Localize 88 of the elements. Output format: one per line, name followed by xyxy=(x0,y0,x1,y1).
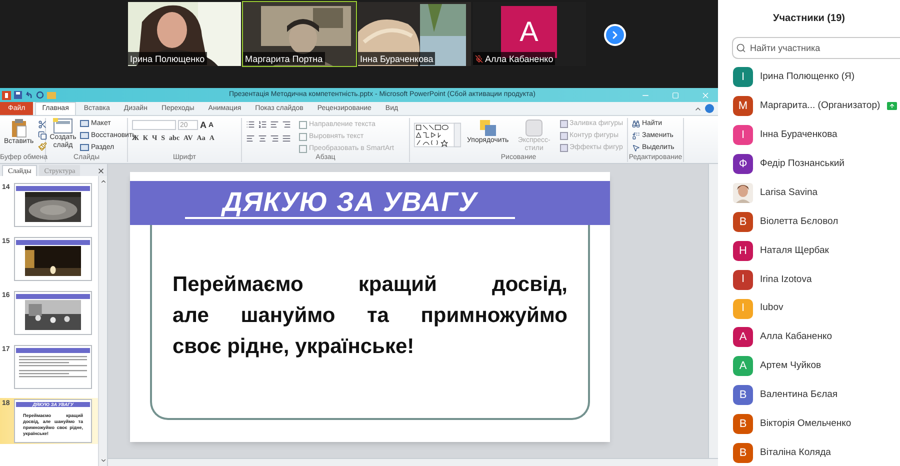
avatar: I xyxy=(733,270,753,290)
participant-name: Алла Кабаненко xyxy=(760,330,832,344)
search-icon xyxy=(736,43,746,53)
participant-row[interactable]: І Інна Бураченкова xyxy=(718,120,900,150)
participant-row[interactable]: А Артем Чуйков xyxy=(718,352,900,381)
participant-name: Наталя Щербак xyxy=(760,244,829,258)
outdent-icon[interactable] xyxy=(282,120,291,129)
numbered-list-icon[interactable] xyxy=(258,120,267,129)
slide-thumbnail[interactable] xyxy=(14,237,92,281)
participant-row[interactable]: Ф Федір Познанський xyxy=(718,150,900,179)
slide-thumbnail[interactable] xyxy=(14,345,92,389)
powerpoint-icon xyxy=(2,90,11,100)
participant-name: Irina Izotova xyxy=(760,272,812,287)
participant-name: Larisa Savina xyxy=(760,186,818,200)
participant-name: Артем Чуйков xyxy=(760,359,822,374)
avatar: В xyxy=(733,385,753,406)
participant-row[interactable]: Larisa Savina xyxy=(718,178,900,208)
participant-name: Федір Познанський xyxy=(760,156,844,171)
panel-title: Участники (19) xyxy=(772,12,846,25)
participant-row[interactable]: А Алла Кабаненко xyxy=(718,323,900,352)
video-tile[interactable]: Маргарита Портна xyxy=(243,2,356,66)
next-page-button[interactable] xyxy=(604,24,626,46)
avatar: І xyxy=(733,125,753,146)
indent-icon[interactable] xyxy=(270,120,279,129)
participant-row[interactable]: I Irina Izotova xyxy=(718,265,900,294)
avatar: В xyxy=(733,414,753,434)
cursor-icon xyxy=(632,144,640,152)
participant-name: Маргарита... (Организатор) xyxy=(760,99,880,114)
scissors-icon[interactable] xyxy=(38,120,47,129)
clipboard-icon xyxy=(10,118,27,138)
participant-row[interactable]: Н Наталя Щербак xyxy=(718,236,900,266)
participant-row[interactable]: В Віталіна Коляда xyxy=(718,438,900,466)
participant-row[interactable]: І Ірина Полющенко (Я) xyxy=(718,63,900,92)
participant-name: Ірина Полющенко xyxy=(130,52,205,64)
avatar: А xyxy=(733,356,753,376)
participant-row[interactable]: В Валентина Бєлая xyxy=(718,380,900,410)
participant-name: Вікторія Омельченко xyxy=(760,417,852,431)
brush-icon[interactable] xyxy=(38,142,47,151)
grow-font-button[interactable]: A xyxy=(200,120,206,130)
align-center-icon[interactable] xyxy=(258,134,267,143)
video-tile[interactable]: Інна Бураченкова xyxy=(358,2,471,66)
slide-thumbnail[interactable] xyxy=(14,291,92,335)
scrollbar[interactable] xyxy=(108,458,718,466)
justify-icon[interactable] xyxy=(282,134,291,143)
participant-name: Віталіна Коляда xyxy=(760,446,831,460)
avatar: М xyxy=(733,96,753,116)
avatar-photo xyxy=(733,183,753,203)
arrange-icon xyxy=(478,119,497,137)
search-field[interactable]: Найти участника xyxy=(732,37,900,59)
participant-name: Віолетта Бєловол xyxy=(760,214,838,229)
video-tile[interactable]: Ірина Полющенко xyxy=(128,2,241,66)
slide-body-text: Переймаємо кращий досвід, але шануймо та примножуймо своє рідне, українське! xyxy=(172,272,568,360)
scrollbar[interactable] xyxy=(98,176,107,466)
font-name-field[interactable] xyxy=(132,120,176,130)
participant-row[interactable]: М Маргарита... (Организатор) xyxy=(718,92,900,121)
slide-thumbnail[interactable] xyxy=(14,183,92,227)
participant-name: Маргарита Портна xyxy=(245,52,323,64)
participant-name: Інна Бураченкова xyxy=(760,128,838,142)
avatar: Ф xyxy=(733,154,753,174)
participant-name: Iubov xyxy=(760,301,784,316)
replace-icon xyxy=(632,132,640,140)
help-icon[interactable] xyxy=(705,104,714,113)
avatar: Н xyxy=(733,240,753,261)
avatar: I xyxy=(733,298,753,319)
participant-row[interactable]: I Iubov xyxy=(718,294,900,324)
scrollbar[interactable] xyxy=(708,164,718,458)
slide-title: ДЯКУЮ ЗА УВАГУ xyxy=(222,187,478,217)
participant-row[interactable]: В Вікторія Омельченко xyxy=(718,410,900,439)
style-swatch-icon xyxy=(525,119,544,137)
participant-name: Ірина Полющенко (Я) xyxy=(760,70,855,84)
scroll-up-icon[interactable] xyxy=(100,178,106,185)
avatar: А xyxy=(733,327,753,348)
participant-name: Валентина Бєлая xyxy=(760,388,838,402)
close-icon[interactable] xyxy=(97,167,105,175)
bullet-list-icon[interactable] xyxy=(246,120,255,129)
align-left-icon[interactable] xyxy=(246,134,255,143)
undo-icon[interactable] xyxy=(25,91,33,99)
avatar: В xyxy=(733,443,753,464)
avatar: І xyxy=(733,67,753,88)
avatar: В xyxy=(733,212,753,232)
find-icon xyxy=(632,120,640,128)
align-right-icon[interactable] xyxy=(270,134,279,143)
scroll-down-icon[interactable] xyxy=(100,457,106,464)
participant-row[interactable]: В Віолетта Бєловол xyxy=(718,207,900,236)
slide-icon xyxy=(53,118,73,134)
save-icon[interactable] xyxy=(14,91,22,99)
copy-icon[interactable] xyxy=(38,131,47,140)
participant-name: Інна Бураченкова xyxy=(360,52,434,64)
